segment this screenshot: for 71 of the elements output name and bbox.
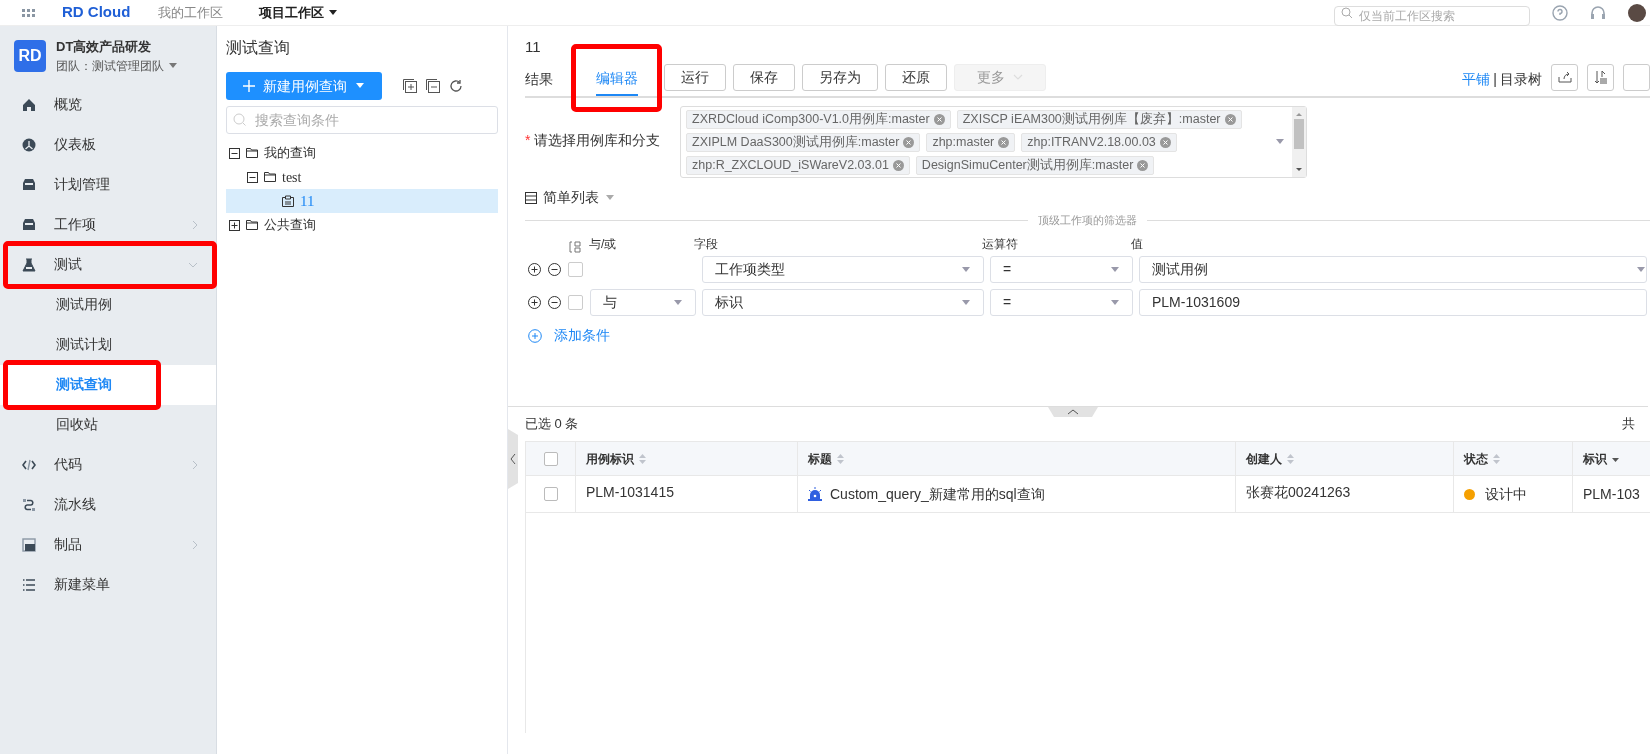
- column-label: 值: [1130, 236, 1144, 253]
- sidebar-item[interactable]: 计划管理: [0, 164, 216, 205]
- title-link[interactable]: Custom_query_新建常用的sql查询: [830, 483, 1045, 505]
- library-tag[interactable]: ZXISCP iEAM300测试用例库【废弃】:master: [956, 110, 1242, 129]
- view-mode-link[interactable]: 平铺: [1462, 68, 1491, 90]
- action-button[interactable]: 另存为: [802, 63, 878, 91]
- column-label: 运算符: [981, 236, 1019, 253]
- app-logo: RD Cloud: [62, 2, 131, 23]
- query-title: 11: [525, 37, 542, 57]
- column-header[interactable]: 状态: [1464, 449, 1500, 468]
- sidebar-item[interactable]: 制品: [0, 524, 216, 565]
- library-select[interactable]: ZXRDCloud iComp300-V1.0用例库:master ZXISCP iEAM300测试用例库【废弃】:master ZXIPLM DaaS300测试用例库:master zhp:master zhp:ITRANV2.18.00.03 zhp:R_ZXCLOUD_iSWareV2.03.01 DesignSimuCenter测试用例库:master: [680, 106, 1307, 178]
- field-select[interactable]: 工作项类型: [702, 256, 984, 283]
- team-name: DT高效产品研发: [56, 38, 153, 56]
- library-tag[interactable]: ZXRDCloud iComp300-V1.0用例库:master: [686, 110, 951, 129]
- tree-item[interactable]: test: [226, 165, 498, 189]
- team-selector[interactable]: 团队：测试管理团队: [56, 56, 178, 75]
- team-logo: RD: [14, 39, 46, 72]
- query-search-field[interactable]: 搜索查询条件: [226, 106, 498, 134]
- tree-item[interactable]: 我的查询: [226, 141, 498, 165]
- status-label: 设计中: [1485, 484, 1527, 504]
- table-cell-text: 张赛花00241263: [1246, 483, 1351, 502]
- field-select[interactable]: 标识: [702, 289, 984, 316]
- sidebar-item[interactable]: 工作项: [0, 204, 216, 245]
- filter-title: 顶级工作项的筛选器: [1037, 212, 1138, 228]
- library-tag[interactable]: zhp:ITRANV2.18.00.03: [1021, 133, 1177, 152]
- workspace-tab[interactable]: 我的工作区: [158, 2, 224, 23]
- sidebar-item[interactable]: 流水线: [0, 484, 216, 525]
- logic-select[interactable]: 与: [590, 289, 696, 316]
- tree-item[interactable]: 公共查询: [226, 213, 498, 237]
- action-button[interactable]: 运行: [664, 63, 726, 91]
- selected-count: 已选 0 条: [525, 415, 580, 434]
- table-cell-text: PLM-1031415: [586, 483, 674, 502]
- workspace-tab[interactable]: 项目工作区: [259, 2, 339, 23]
- sidebar-subitem[interactable]: 测试用例: [0, 284, 216, 325]
- total-count: 共: [1622, 415, 1635, 434]
- library-label: 请选择用例库和分支: [534, 131, 661, 150]
- column-header[interactable]: 标题: [808, 449, 844, 468]
- sidebar-item[interactable]: 仪表板: [0, 124, 216, 165]
- value-field[interactable]: PLM-1031609: [1139, 289, 1647, 316]
- value-select[interactable]: 测试用例: [1139, 256, 1647, 283]
- column-label: 字段: [693, 236, 719, 253]
- sidebar-item[interactable]: 代码: [0, 444, 216, 485]
- sidebar-subitem[interactable]: 测试计划: [0, 324, 216, 365]
- view-mode-link[interactable]: 目录树: [1500, 68, 1542, 90]
- workspace-search-field[interactable]: 仅当前工作区搜索: [1334, 5, 1530, 26]
- action-button[interactable]: 保存: [733, 63, 795, 91]
- library-tag[interactable]: zhp:R_ZXCLOUD_iSWareV2.03.01: [686, 156, 910, 175]
- column-label: 与/或: [588, 236, 618, 253]
- editor-tab[interactable]: 编辑器: [596, 62, 638, 96]
- sidebar-subitem[interactable]: 测试查询: [0, 364, 216, 405]
- sidebar-item[interactable]: 概览: [0, 84, 216, 125]
- editor-tab[interactable]: 结果: [525, 62, 553, 96]
- library-tag[interactable]: zhp:master: [926, 133, 1016, 152]
- library-tag[interactable]: ZXIPLM DaaS300测试用例库:master: [686, 133, 921, 152]
- column-header[interactable]: 标识: [1583, 449, 1619, 468]
- sidebar-subitem[interactable]: 回收站: [0, 404, 216, 445]
- required-mark: *: [525, 131, 531, 150]
- action-button[interactable]: 还原: [885, 63, 947, 91]
- table-cell-text: PLM-103: [1583, 484, 1640, 504]
- column-header[interactable]: 创建人: [1246, 449, 1294, 468]
- add-condition-link[interactable]: 添加条件: [528, 325, 610, 346]
- panel-title: 测试查询: [226, 38, 291, 58]
- sidebar-item[interactable]: 测试: [0, 244, 216, 285]
- operator-select[interactable]: =: [990, 289, 1133, 316]
- sidebar-item[interactable]: 新建菜单: [0, 564, 216, 605]
- column-header[interactable]: 用例标识: [586, 449, 646, 468]
- separator-text: |: [1493, 69, 1497, 89]
- view-selector[interactable]: 简单列表: [525, 187, 615, 208]
- library-tag[interactable]: DesignSimuCenter测试用例库:master: [915, 156, 1155, 175]
- operator-select[interactable]: =: [990, 256, 1133, 283]
